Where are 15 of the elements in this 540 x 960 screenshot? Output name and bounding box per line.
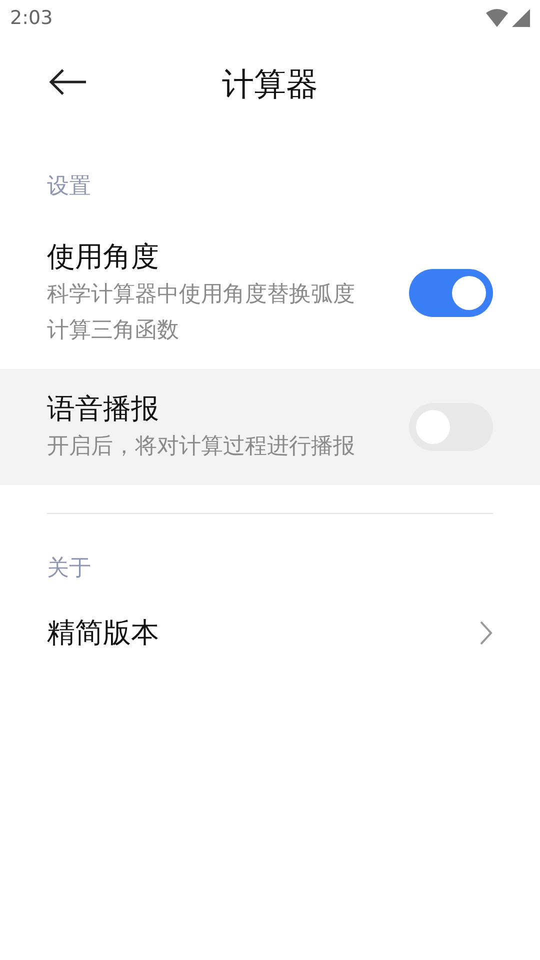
status-time: 2:03 <box>10 6 53 31</box>
chevron-right-icon <box>479 620 493 646</box>
settings-row[interactable]: 语音播报 开启后，将对计算过程进行播报 <box>0 369 540 485</box>
section-header: 设置 <box>46 173 92 201</box>
setting-title: 精简版本 <box>47 615 159 651</box>
setting-title: 语音播报 <box>47 391 160 427</box>
setting-description: 科学计算器中使用角度替换弧度计算三角函数 <box>47 281 356 345</box>
page-title: 计算器 <box>222 64 318 105</box>
back-arrow-icon <box>48 68 88 96</box>
setting-description: 开启后，将对计算过程进行播报 <box>47 433 356 461</box>
wifi-icon <box>486 9 508 27</box>
setting-title: 使用角度 <box>47 239 160 275</box>
section-header: 关于 <box>46 555 92 583</box>
signal-icon <box>512 9 530 27</box>
toggle-switch[interactable] <box>409 269 493 317</box>
